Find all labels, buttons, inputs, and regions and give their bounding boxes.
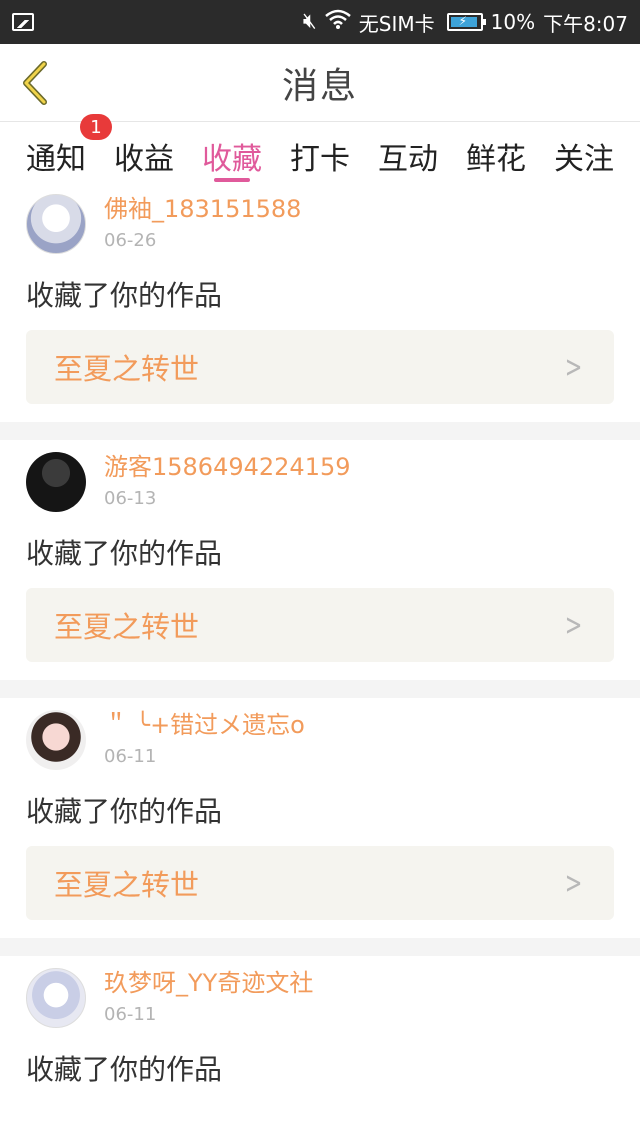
tab-label: 收藏 xyxy=(202,142,262,177)
username[interactable]: 游客1586494224159 xyxy=(104,452,351,482)
action-text: 收藏了你的作品 xyxy=(26,795,223,828)
tab-label: 互动 xyxy=(378,142,438,177)
action-text: 收藏了你的作品 xyxy=(26,279,223,312)
date: 06-13 xyxy=(104,488,157,509)
battery-level: 10% xyxy=(490,10,536,34)
message-feed: 佛袖_183151588 06-26 收藏了你的作品 至夏之转世 > 游客158… xyxy=(0,182,640,1104)
wifi-icon xyxy=(324,9,351,35)
avatar[interactable] xyxy=(26,194,86,254)
tab-label: 收益 xyxy=(114,142,174,177)
work-title: 至夏之转世 xyxy=(54,868,200,902)
mute-icon: 🔇︎ xyxy=(302,9,317,34)
tab-label: 通知 xyxy=(26,142,86,177)
unread-badge: 1 xyxy=(80,114,112,140)
work-link[interactable]: 至夏之转世 > xyxy=(26,588,614,662)
tab-checkin[interactable]: 打卡 xyxy=(290,122,350,182)
work-title: 至夏之转世 xyxy=(54,352,200,386)
action-text: 收藏了你的作品 xyxy=(26,1053,223,1086)
tab-interactions[interactable]: 互动 xyxy=(378,122,438,182)
header: 消息 xyxy=(0,44,640,122)
tab-label: 关注 xyxy=(554,142,614,177)
username[interactable]: 玖梦呀_YY奇迹文社 xyxy=(104,968,313,998)
work-title: 至夏之转世 xyxy=(54,610,200,644)
clock: 下午8:07 xyxy=(543,11,628,36)
list-item: 游客1586494224159 06-13 收藏了你的作品 至夏之转世 > xyxy=(0,422,640,662)
back-button[interactable] xyxy=(18,60,52,106)
list-item: 佛袖_183151588 06-26 收藏了你的作品 至夏之转世 > xyxy=(0,182,640,404)
tab-follows[interactable]: 关注 xyxy=(554,122,614,182)
chevron-right-icon: > xyxy=(564,865,583,901)
list-item: ＂ ╰+错过メ遗忘o 06-11 收藏了你的作品 至夏之转世 > xyxy=(0,680,640,920)
tab-flowers[interactable]: 鲜花 xyxy=(466,122,526,182)
date: 06-26 xyxy=(104,230,157,251)
chevron-right-icon: > xyxy=(564,349,583,385)
sim-status: 无SIM卡 xyxy=(358,11,435,36)
avatar[interactable] xyxy=(26,968,86,1028)
avatar[interactable] xyxy=(26,710,86,770)
chevron-left-icon xyxy=(23,61,47,105)
status-bar: 🔇︎ 无SIM卡 ⚡︎ 10% 下午8:07 xyxy=(0,0,640,44)
work-link[interactable]: 至夏之转世 > xyxy=(26,846,614,920)
page-title: 消息 xyxy=(281,65,358,107)
username[interactable]: 佛袖_183151588 xyxy=(104,194,301,224)
date: 06-11 xyxy=(104,746,157,767)
tab-notifications[interactable]: 通知 1 xyxy=(26,114,112,182)
work-link[interactable]: 至夏之转世 > xyxy=(26,330,614,404)
date: 06-11 xyxy=(104,1004,157,1025)
tab-favorites[interactable]: 收藏 xyxy=(202,122,262,182)
tab-earnings[interactable]: 收益 xyxy=(114,122,174,182)
tab-label: 打卡 xyxy=(290,142,350,177)
chevron-right-icon: > xyxy=(564,607,583,643)
avatar[interactable] xyxy=(26,452,86,512)
battery-icon: ⚡︎ xyxy=(446,13,486,31)
tab-bar: 通知 1 收益 收藏 打卡 互动 鲜花 关注 xyxy=(0,114,640,182)
tab-label: 鲜花 xyxy=(466,142,526,177)
action-text: 收藏了你的作品 xyxy=(26,537,223,570)
image-notification-icon xyxy=(12,13,34,31)
list-item: 玖梦呀_YY奇迹文社 06-11 收藏了你的作品 xyxy=(0,938,640,1104)
username[interactable]: ＂ ╰+错过メ遗忘o xyxy=(104,710,305,740)
